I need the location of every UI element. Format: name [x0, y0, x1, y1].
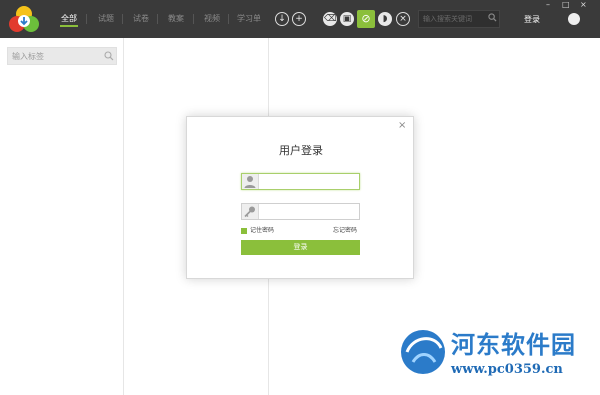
- username-field[interactable]: [241, 173, 360, 190]
- watermark-url: www.pc0359.cn: [451, 362, 563, 377]
- close-icon[interactable]: ×: [396, 12, 410, 26]
- dialog-title: 用户登录: [279, 144, 323, 157]
- watermark: 河东软件园 www.pc0359.cn: [395, 322, 595, 387]
- search-icon[interactable]: [104, 51, 114, 61]
- minimize-button[interactable]: –: [546, 0, 550, 10]
- nav-divider: [122, 14, 123, 24]
- tag-search-input[interactable]: 输入标签: [7, 47, 117, 65]
- key-icon: [242, 204, 259, 219]
- remember-label: 记住密码: [250, 227, 275, 234]
- nav-lessons[interactable]: 教案: [168, 0, 184, 38]
- app-logo: [9, 6, 39, 32]
- eraser-icon[interactable]: ⌫: [323, 12, 337, 26]
- remember-checkbox[interactable]: [241, 227, 247, 234]
- nav-papers[interactable]: 试卷: [133, 0, 149, 38]
- window-close-button[interactable]: ×: [580, 0, 587, 10]
- nav-divider: [86, 14, 87, 24]
- no-entry-icon[interactable]: ⊘: [357, 10, 375, 28]
- watermark-title: 河东软件园: [451, 330, 576, 359]
- dialog-close-button[interactable]: ×: [398, 120, 406, 131]
- tag-placeholder: 输入标签: [12, 52, 44, 61]
- nav-questions[interactable]: 试题: [98, 0, 114, 38]
- download-icon[interactable]: ↓: [275, 12, 289, 26]
- search-placeholder: 输入搜索关键词: [423, 15, 472, 23]
- forgot-password-link[interactable]: 忘记密码: [333, 225, 357, 234]
- nav-videos[interactable]: 视频: [204, 0, 220, 38]
- add-icon[interactable]: +: [292, 12, 306, 26]
- login-link[interactable]: 登录: [524, 14, 540, 25]
- tag-sidebar: [0, 38, 124, 395]
- maximize-button[interactable]: □: [562, 0, 570, 10]
- login-dialog: × 用户登录 记住密码 忘记密码 登录: [186, 116, 414, 279]
- shield-icon[interactable]: ◗: [378, 12, 392, 26]
- nav-divider: [193, 14, 194, 24]
- nav-study-sheets[interactable]: 学习单: [237, 0, 261, 38]
- nav-divider: [157, 14, 158, 24]
- watermark-logo: [401, 330, 445, 374]
- top-bar: 全部 试题 试卷 教案 视频 学习单 ↓ + ⌫ ▣ ⊘ ◗ × 输入搜索关键词…: [0, 0, 600, 38]
- remember-password[interactable]: 记住密码: [241, 225, 274, 234]
- nav-all[interactable]: 全部: [61, 0, 77, 38]
- nav-active-indicator: [60, 25, 78, 27]
- save-icon[interactable]: ▣: [340, 12, 354, 26]
- message-icon[interactable]: [568, 13, 580, 25]
- password-field[interactable]: [241, 203, 360, 220]
- login-button[interactable]: 登录: [241, 240, 360, 255]
- nav-divider: [228, 14, 229, 24]
- search-icon[interactable]: [488, 13, 497, 22]
- user-icon: [242, 174, 259, 189]
